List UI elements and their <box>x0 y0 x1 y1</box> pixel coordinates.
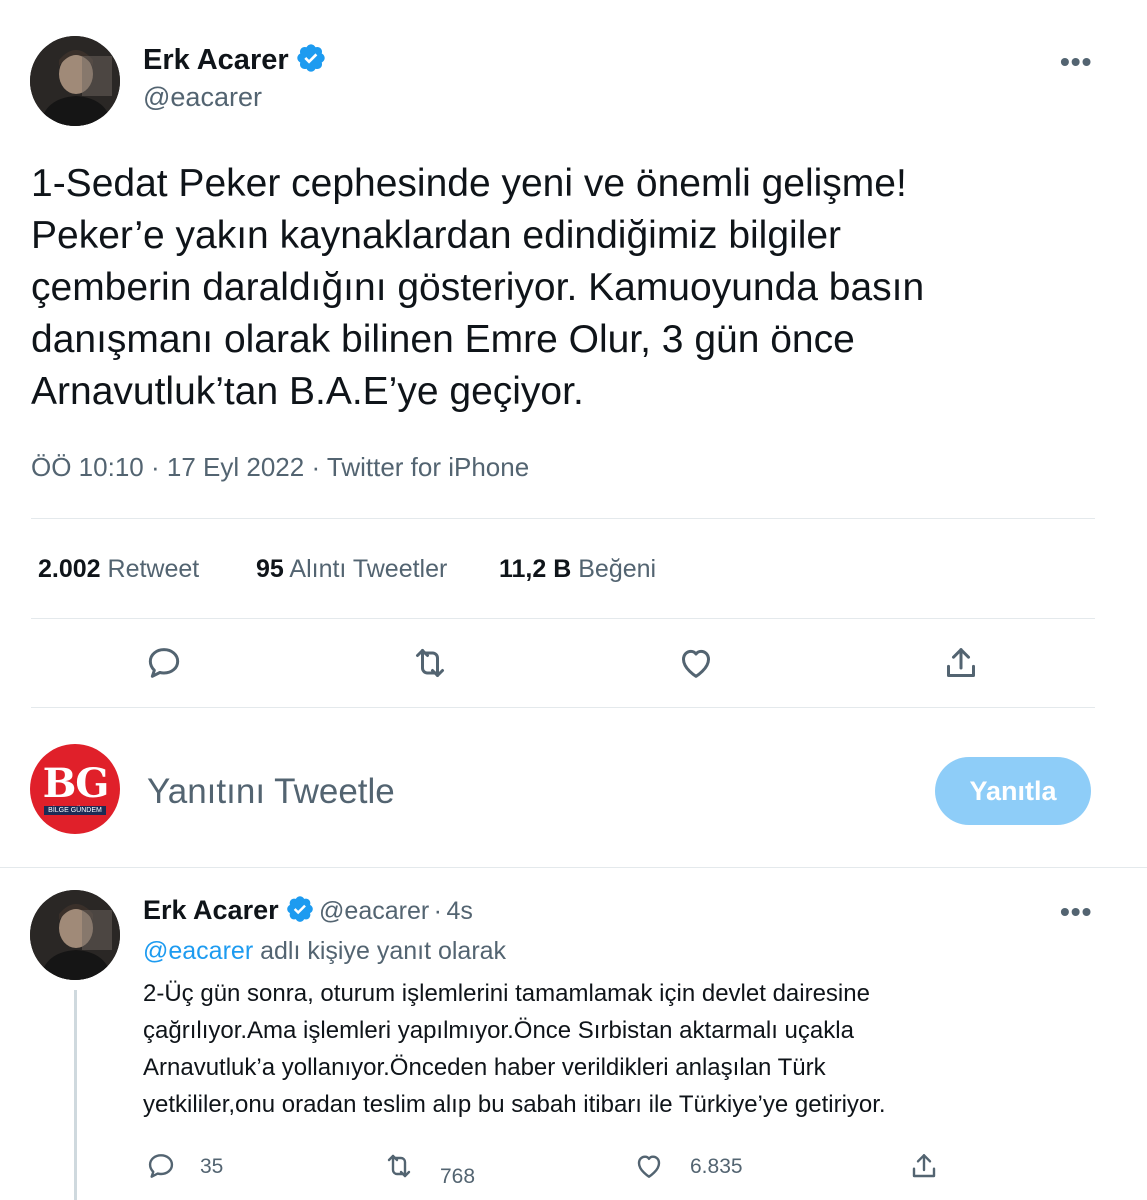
retweet-icon[interactable] <box>410 643 450 683</box>
author-name-row: Erk Acarer <box>143 42 327 77</box>
more-options-icon[interactable]: ••• <box>1060 46 1092 78</box>
verified-badge-icon <box>286 896 313 922</box>
reply-author-photo <box>30 890 120 980</box>
tweet-time[interactable]: ÖÖ 10:10 <box>31 452 144 482</box>
avatar-logo-subtext: BİLGE GÜNDEM <box>44 805 106 815</box>
tweet-text: 1-Sedat Peker cephesinde yeni ve önemli … <box>31 158 1111 418</box>
reply-age[interactable]: 4s <box>446 897 472 925</box>
retweet-count-small: 768 <box>440 1165 476 1188</box>
like-icon[interactable] <box>676 643 716 683</box>
reply-retweet-icon[interactable] <box>383 1150 415 1182</box>
reply-more-options-icon[interactable]: ••• <box>1060 896 1092 928</box>
reply-share-icon[interactable] <box>908 1150 940 1182</box>
divider <box>31 518 1095 519</box>
like-stat[interactable]: 11,2 B Beğeni <box>499 555 656 584</box>
tweet-text-line: Peker’e yakın kaynaklardan edindiğimiz b… <box>31 214 842 257</box>
author-name[interactable]: Erk Acarer <box>143 44 289 76</box>
verified-badge-icon <box>296 44 325 72</box>
replying-to-label: adlı kişiye yanıt olarak <box>260 937 507 965</box>
thread-line <box>74 990 77 1200</box>
divider <box>31 707 1095 708</box>
current-user-avatar[interactable]: BG BİLGE GÜNDEM <box>30 744 120 834</box>
meta-separator: · <box>150 452 160 482</box>
reply-text-line: Arnavutluk’a yollanıyor.Önceden haber ve… <box>143 1054 826 1081</box>
tweet-text-line: danışmanı olarak bilinen Emre Olur, 3 gü… <box>31 318 855 361</box>
reply-tweet-text: 2-Üç gün sonra, oturum işlemlerini tamam… <box>143 975 1103 1123</box>
tweet-text-line: çemberin daraldığını gösteriyor. Kamuoyu… <box>31 266 925 309</box>
reply-input[interactable]: Yanıtını Tweetle <box>147 772 887 812</box>
quote-label: Alıntı Tweetler <box>289 555 448 583</box>
reply-icon[interactable] <box>144 643 184 683</box>
share-icon[interactable] <box>941 643 981 683</box>
quote-count: 95 <box>256 555 284 583</box>
retweet-count: 2.002 <box>38 555 101 583</box>
like-count: 11,2 B <box>499 555 572 583</box>
retweet-stat[interactable]: 2.002 Retweet <box>38 555 199 584</box>
quote-stat[interactable]: 95 Alıntı Tweetler <box>256 555 447 584</box>
reply-header: Erk Acarer @eacarer · 4s <box>143 894 473 926</box>
author-handle[interactable]: @eacarer <box>143 82 262 113</box>
tweet-date[interactable]: 17 Eyl 2022 <box>167 452 304 482</box>
reply-button[interactable]: Yanıtla <box>935 757 1091 825</box>
reply-author-avatar[interactable] <box>30 890 120 980</box>
meta-separator: · <box>311 452 321 482</box>
reply-count: 35 <box>200 1155 224 1178</box>
tweet-text-line: Arnavutluk’tan B.A.E’ye geçiyor. <box>31 370 584 413</box>
tweet-source[interactable]: Twitter for iPhone <box>327 452 529 482</box>
reply-text-line: yetkililer,onu oradan teslim alıp bu sab… <box>143 1091 886 1118</box>
tweet-text-line: 1-Sedat Peker cephesinde yeni ve önemli … <box>31 162 907 205</box>
divider <box>0 867 1147 868</box>
header-separator: · <box>433 897 442 925</box>
replying-to: @eacarer adlı kişiye yanıt olarak <box>143 937 506 966</box>
reply-like-icon[interactable] <box>633 1150 665 1182</box>
reply-text-line: çağrılıyor.Ama işlemleri yapılmıyor.Önce… <box>143 1017 854 1044</box>
retweet-label: Retweet <box>107 555 200 583</box>
reply-reply-icon[interactable] <box>145 1150 177 1182</box>
like-label: Beğeni <box>578 555 657 583</box>
avatar-logo-text: BG <box>42 759 110 807</box>
reply-author-handle[interactable]: @eacarer <box>319 897 429 925</box>
divider <box>31 618 1095 619</box>
like-count-small: 6.835 <box>690 1155 743 1178</box>
reply-author-name[interactable]: Erk Acarer <box>143 895 279 925</box>
tweet-meta: ÖÖ 10:10 · 17 Eyl 2022 · Twitter for iPh… <box>31 452 529 483</box>
reply-text-line: 2-Üç gün sonra, oturum işlemlerini tamam… <box>143 980 870 1007</box>
author-photo <box>30 36 120 126</box>
replying-to-mention[interactable]: @eacarer <box>143 937 253 965</box>
author-avatar[interactable] <box>30 36 120 126</box>
